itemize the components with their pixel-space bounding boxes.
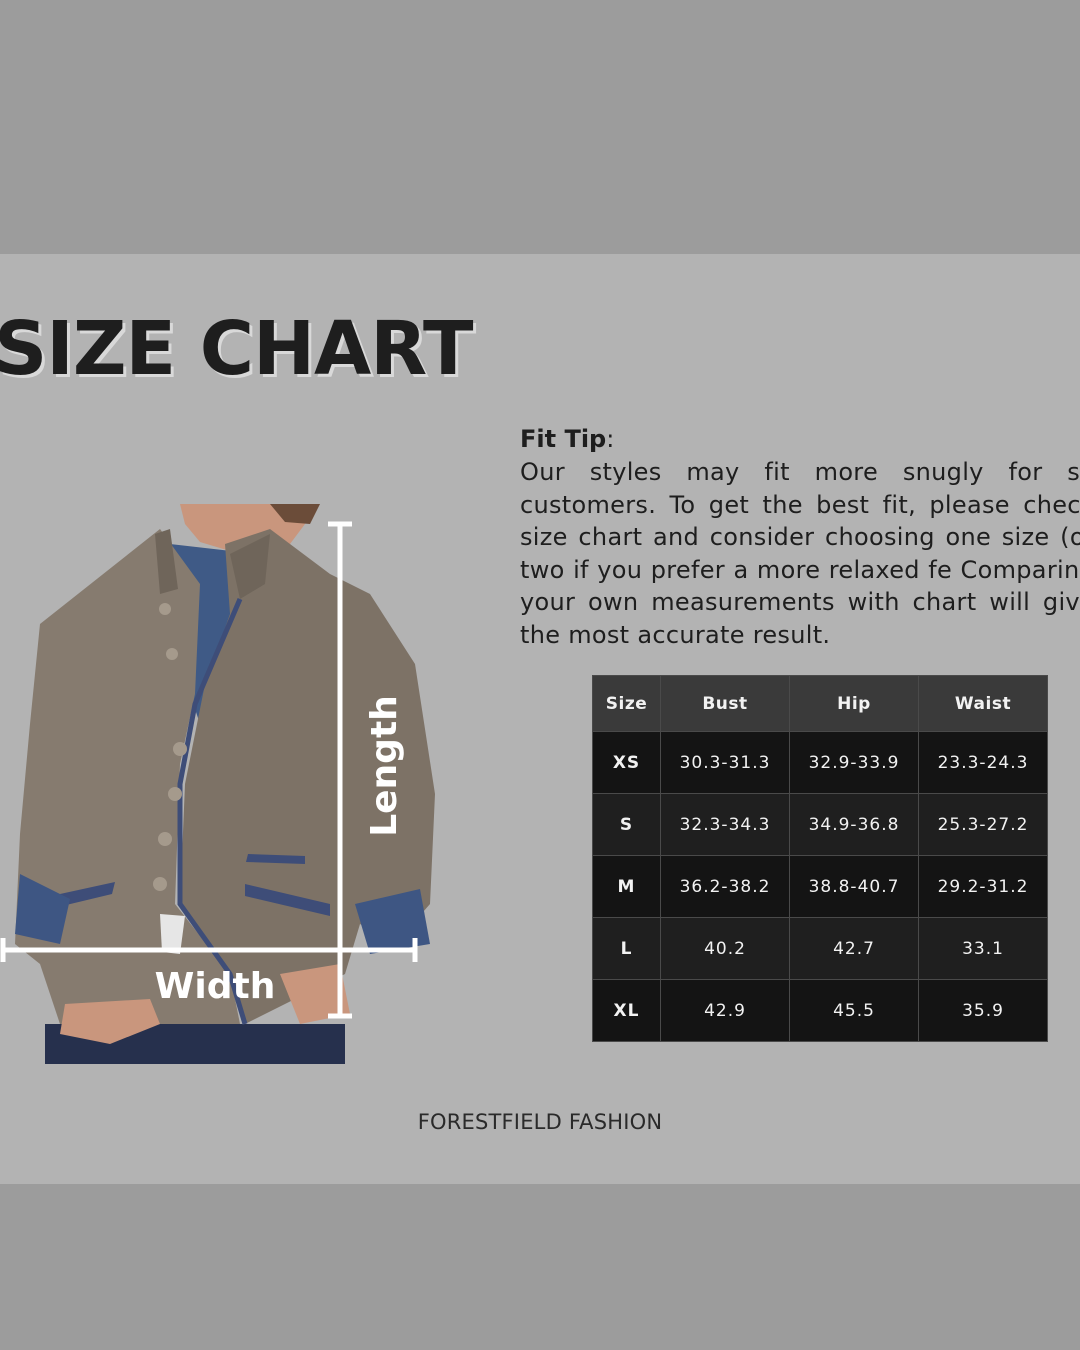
page-title: SIZE CHART (0, 306, 473, 392)
length-label: Length (364, 695, 405, 837)
size-cell: XL (592, 979, 661, 1042)
size-cell: XS (592, 731, 661, 794)
fit-tip-body: Our styles may fit more snugly for so cu… (520, 458, 1080, 649)
table-row: L 40.2 42.7 33.1 (592, 917, 1048, 980)
size-chart-card: SIZE CHART Length Width Fit Tip: Our sty… (0, 254, 1080, 1184)
header-size: Size (592, 675, 661, 732)
width-label: Width (155, 966, 276, 1007)
waist-cell: 33.1 (918, 917, 1048, 980)
jacket-photo: Length Width (0, 504, 440, 1064)
bust-cell: 32.3-34.3 (660, 793, 790, 856)
bust-cell: 40.2 (660, 917, 790, 980)
size-cell: L (592, 917, 661, 980)
header-waist: Waist (918, 675, 1048, 732)
hip-cell: 45.5 (789, 979, 919, 1042)
fit-tip-heading: Fit Tip: (520, 422, 1080, 456)
waist-cell: 35.9 (918, 979, 1048, 1042)
bust-cell: 36.2-38.2 (660, 855, 790, 918)
waist-cell: 29.2-31.2 (918, 855, 1048, 918)
page: SIZE CHART Length Width Fit Tip: Our sty… (0, 0, 1080, 1350)
table-row: XS 30.3-31.3 32.9-33.9 23.3-24.3 (592, 731, 1048, 794)
table-row: M 36.2-38.2 38.8-40.7 29.2-31.2 (592, 855, 1048, 918)
bust-cell: 42.9 (660, 979, 790, 1042)
fit-tip-colon: : (606, 425, 615, 453)
hip-cell: 38.8-40.7 (789, 855, 919, 918)
size-cell: S (592, 793, 661, 856)
header-hip: Hip (789, 675, 919, 732)
size-table: Size Bust Hip Waist XS 30.3-31.3 32.9-33… (592, 675, 1048, 1042)
header-bust: Bust (660, 675, 790, 732)
waist-cell: 23.3-24.3 (918, 731, 1048, 794)
table-row: S 32.3-34.3 34.9-36.8 25.3-27.2 (592, 793, 1048, 856)
fit-tip-heading-label: Fit Tip (520, 425, 607, 453)
size-cell: M (592, 855, 661, 918)
waist-cell: 25.3-27.2 (918, 793, 1048, 856)
hip-cell: 32.9-33.9 (789, 731, 919, 794)
fit-tip: Fit Tip: Our styles may fit more snugly … (520, 422, 1080, 651)
table-header-row: Size Bust Hip Waist (592, 675, 1048, 732)
hip-cell: 34.9-36.8 (789, 793, 919, 856)
jacket-illustration: Length Width (0, 504, 440, 1064)
table-row: XL 42.9 45.5 35.9 (592, 979, 1048, 1042)
bust-cell: 30.3-31.3 (660, 731, 790, 794)
brand-name: FORESTFIELD FASHION (417, 1110, 663, 1134)
hip-cell: 42.7 (789, 917, 919, 980)
